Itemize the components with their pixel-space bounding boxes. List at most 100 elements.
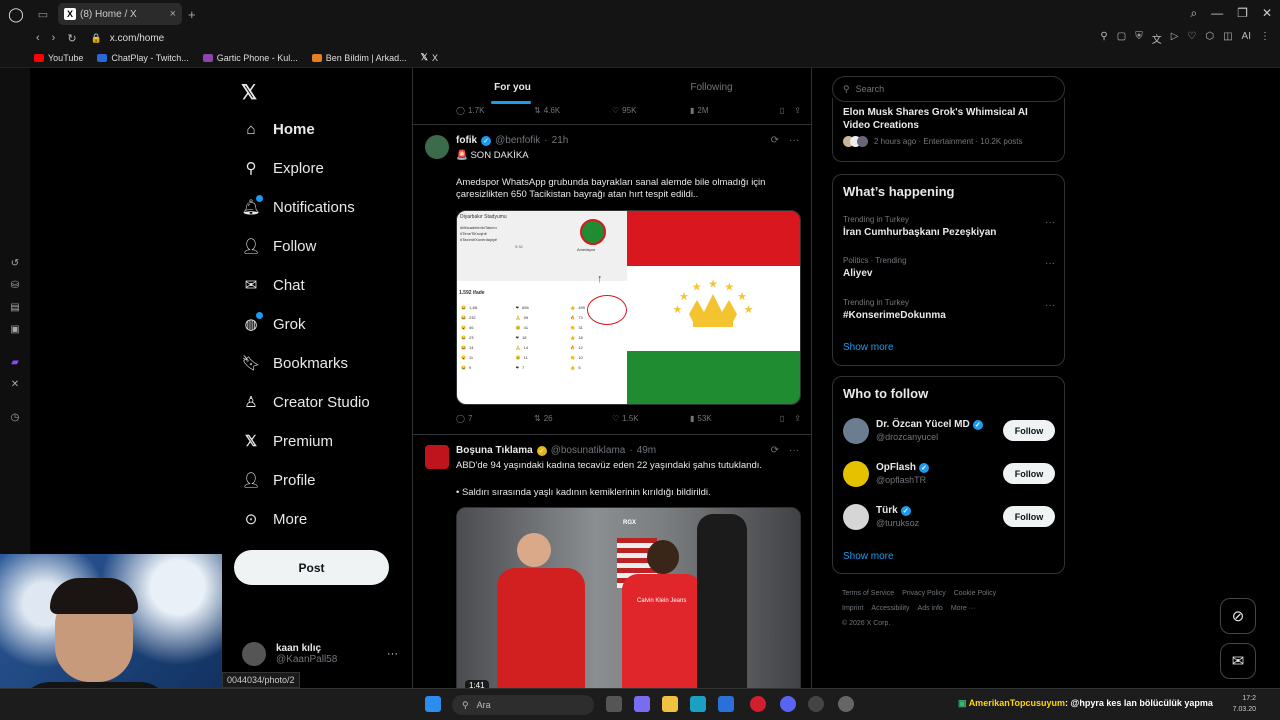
url-field[interactable]: x.com/home — [110, 33, 164, 44]
tab-following[interactable]: Following — [612, 68, 811, 104]
tweet-author-handle[interactable]: @bosunatiklama — [551, 445, 626, 456]
avatar[interactable] — [425, 445, 449, 469]
search-input[interactable] — [855, 84, 1046, 94]
layers-icon[interactable]: ▤ — [9, 302, 21, 314]
opera-icon[interactable]: ◯ — [0, 6, 32, 23]
grok-fab[interactable]: ⊘ — [1220, 598, 1256, 634]
bookmark-x[interactable]: 𝕏X — [421, 52, 438, 63]
follow-button[interactable]: Follow — [1003, 420, 1055, 441]
footer-link[interactable]: Imprint — [842, 605, 863, 612]
windows-start-icon[interactable] — [425, 696, 441, 712]
nav-follow[interactable]: 👤︎ Follow — [241, 234, 316, 258]
nav-chat[interactable]: ✉ Chat — [242, 273, 305, 297]
browser-tab[interactable]: X (8) Home / X × — [58, 3, 182, 25]
trend-item[interactable]: Trending in Turkey İran Cumhurbaşkanı Pe… — [843, 215, 1055, 238]
extensions-icon[interactable]: ⬡ — [1205, 31, 1214, 46]
avatar[interactable] — [843, 504, 869, 530]
history-icon[interactable]: ◷ — [9, 412, 21, 424]
trend-item[interactable]: Politics · Trending Aliyev ··· — [843, 256, 1055, 279]
twitch-icon[interactable]: ▰ — [9, 357, 21, 369]
footer-link[interactable]: Ads info — [918, 605, 943, 612]
bookmark-benbildim[interactable]: Ben Bildim | Arkad... — [311, 53, 407, 63]
show-more-trends[interactable]: Show more — [843, 342, 894, 353]
trend-more-icon[interactable]: ··· — [1045, 300, 1055, 311]
like-button[interactable]: ♡ 95K — [612, 106, 690, 115]
flag-image[interactable]: ★ ★ ★ ★ ★ ★ ★ — [627, 211, 800, 404]
play-icon[interactable]: ▷ — [1171, 31, 1179, 46]
wallet-icon[interactable]: ◫ — [1223, 31, 1232, 46]
nav-premium[interactable]: 𝕏 Premium — [242, 429, 333, 453]
copilot-icon[interactable] — [634, 696, 650, 712]
news-card[interactable]: Elon Musk Shares Grok's Whimsical AI Vid… — [832, 98, 1065, 162]
nav-profile[interactable]: 👤︎ Profile — [241, 468, 315, 492]
ai-sidebar-icon[interactable]: ↺ — [9, 258, 21, 270]
post-button[interactable]: Post — [234, 550, 389, 585]
account-switcher[interactable]: kaan kılıç @KaanPall58 ··· — [242, 642, 398, 666]
x-logo-icon[interactable]: 𝕏 — [241, 80, 257, 105]
taskbar-search[interactable]: ⚲ Ara — [452, 695, 594, 715]
tweet-more-icon[interactable]: ··· — [789, 135, 799, 146]
tweet-time[interactable]: 21h — [552, 135, 569, 146]
system-clock[interactable]: 17:2 7.03.20 — [1233, 693, 1256, 715]
nav-home[interactable]: ⌂ Home — [242, 117, 314, 141]
tweet-author-name[interactable]: Boşuna Tıklama — [456, 445, 533, 456]
tweet-video[interactable]: Calvin Klein Jeans RGX 1:41 — [456, 507, 801, 688]
news-title[interactable]: Elon Musk Shares Grok's Whimsical AI Vid… — [843, 106, 1053, 132]
follow-suggestion[interactable]: Dr. Özcan Yücel MD ✓ @drozcanyucel Follow — [843, 416, 1055, 446]
tweet-time[interactable]: 49m — [637, 445, 656, 456]
reply-button[interactable]: ◯ 7 — [456, 414, 534, 423]
bookmark-youtube[interactable]: YouTube — [34, 53, 83, 63]
minimize-icon[interactable]: — — [1211, 6, 1223, 21]
share-icon[interactable]: ⇪ — [794, 106, 801, 115]
tweet-author-handle[interactable]: @benfofik — [495, 135, 540, 146]
bookmark-gartic[interactable]: Gartic Phone - Kul... — [202, 53, 298, 63]
search-tabs-icon[interactable]: ⌕ — [1190, 6, 1197, 21]
follow-button[interactable]: Follow — [1003, 463, 1055, 484]
nav-more[interactable]: ⊙ More — [242, 507, 307, 531]
follow-button[interactable]: Follow — [1003, 506, 1055, 527]
bookmark-chatplay[interactable]: ChatPlay - Twitch... — [97, 53, 189, 63]
nav-notifications[interactable]: 🔔︎ Notifications — [241, 195, 355, 219]
show-more-follow[interactable]: Show more — [843, 551, 894, 562]
tab-for-you[interactable]: For you — [413, 68, 612, 104]
tweet[interactable]: fofik ✓ @benfofik · 21h ⟳ ··· 🚨 SON DAKİ… — [413, 124, 811, 434]
obs-icon[interactable] — [808, 696, 824, 712]
shield-icon[interactable]: ⛨ — [1135, 31, 1143, 46]
ai-icon[interactable]: AI — [1242, 31, 1251, 46]
crypto-icon[interactable]: ⛁ — [9, 280, 21, 292]
footer-link[interactable]: More ··· — [951, 605, 976, 612]
footer-link[interactable]: Terms of Service — [842, 590, 894, 597]
translate-icon[interactable]: 文 — [1152, 31, 1162, 46]
views-button[interactable]: ▮ 2M — [690, 106, 768, 115]
lock-icon[interactable]: 🔒 — [91, 33, 102, 44]
screenshot-image[interactable]: Diyarbakır Stadyumu #MücadeleninTakımı #… — [457, 211, 629, 404]
bookmark-icon[interactable]: ▯ — [780, 106, 784, 115]
reload-icon[interactable]: ↻ — [67, 32, 76, 45]
avatar[interactable] — [843, 461, 869, 487]
tab-close-icon[interactable]: × — [170, 8, 176, 20]
more-dots-icon[interactable]: ··· — [387, 648, 398, 660]
views-button[interactable]: ▮ 53K — [690, 414, 768, 423]
tweet[interactable]: Boşuna Tıklama ✓ @bosunatiklama · 49m ⟳ … — [413, 434, 811, 688]
heart-icon[interactable]: ♡ — [1187, 31, 1196, 46]
avatar[interactable] — [843, 418, 869, 444]
trend-more-icon[interactable]: ··· — [1045, 217, 1055, 228]
opera-taskbar-icon[interactable] — [750, 696, 766, 712]
tweet-author-name[interactable]: fofik — [456, 135, 477, 146]
nav-creator-studio[interactable]: ♙ Creator Studio — [242, 390, 369, 414]
footer-link[interactable]: Privacy Policy — [902, 590, 946, 597]
reply-button[interactable]: ◯ 1.7K — [456, 106, 534, 115]
tweet-media[interactable]: Diyarbakır Stadyumu #MücadeleninTakımı #… — [456, 210, 801, 405]
repost-button[interactable]: ⇅ 26 — [534, 414, 612, 423]
snapshot-icon[interactable]: ▢ — [1117, 31, 1126, 46]
back-icon[interactable]: ‹ — [36, 32, 40, 45]
grok-explain-icon[interactable]: ⟳ — [771, 135, 779, 146]
forward-icon[interactable]: › — [52, 32, 56, 45]
nav-explore[interactable]: ⚲ Explore — [242, 156, 324, 180]
trend-more-icon[interactable]: ··· — [1045, 258, 1055, 269]
close-window-icon[interactable]: ✕ — [1262, 6, 1272, 21]
footer-link[interactable]: Cookie Policy — [954, 590, 996, 597]
bookmark-icon[interactable]: ▯ — [780, 414, 784, 423]
file-explorer-icon[interactable] — [662, 696, 678, 712]
menu-icon[interactable]: ⋮ — [1260, 31, 1270, 46]
